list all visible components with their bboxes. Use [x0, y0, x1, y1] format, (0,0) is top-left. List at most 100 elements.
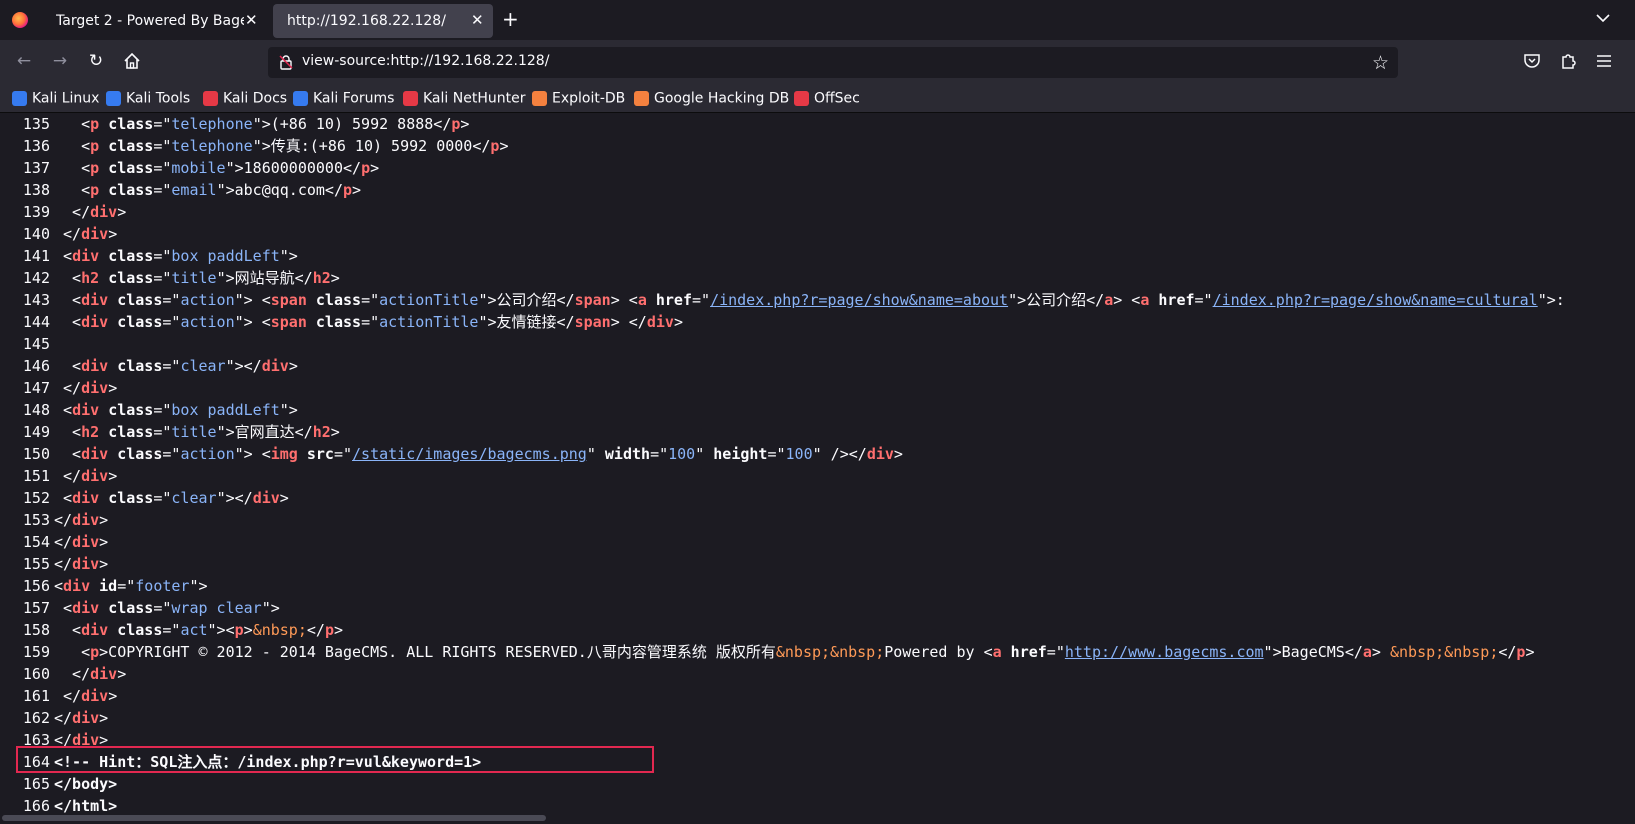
source-line: 155 </div> — [0, 553, 1635, 575]
reload-icon[interactable]: ↻ — [86, 51, 106, 71]
bookmark-google-hacking-db[interactable]: Google Hacking DB — [634, 88, 789, 108]
line-number: 160 — [22, 665, 50, 683]
bookmark-label: Exploit-DB — [552, 90, 626, 107]
bookmark-label: OffSec — [814, 90, 860, 107]
back-arrow-icon[interactable]: ← — [14, 51, 34, 71]
source-line: 154 </div> — [0, 531, 1635, 553]
source-code: </div> — [54, 665, 127, 683]
source-line: 156 <div id="footer"> — [0, 575, 1635, 597]
source-code: <p class="telephone">传真:(+86 10) 5992 00… — [54, 137, 509, 155]
chevron-down-icon[interactable] — [1596, 11, 1610, 25]
source-line: 160 </div> — [0, 663, 1635, 685]
line-number: 140 — [22, 225, 50, 243]
nav-toolbar: ← → ↻ view-source:http://192.168.22.128/… — [0, 40, 1635, 83]
source-code: <div class="clear"></div> — [54, 489, 289, 507]
extensions-icon[interactable] — [1558, 51, 1578, 71]
source-code: </div> — [54, 467, 118, 485]
lock-icon[interactable] — [278, 54, 294, 70]
line-number: 156 — [22, 577, 50, 595]
view-source-content[interactable]: 135 <p class="telephone">(+86 10) 5992 8… — [0, 113, 1635, 813]
bookmark-offsec[interactable]: OffSec — [794, 88, 860, 108]
new-tab-icon[interactable]: + — [502, 7, 519, 31]
source-code: </body> — [54, 775, 118, 793]
line-number: 143 — [22, 291, 50, 309]
tab-label: Target 2 - Powered By BageCMS — [56, 13, 244, 29]
line-number: 147 — [22, 379, 50, 397]
line-number: 153 — [22, 511, 50, 529]
tab-view-source[interactable]: http://192.168.22.128/ ✕ — [273, 4, 493, 38]
forward-arrow-icon[interactable]: → — [50, 51, 70, 71]
bookmark-exploit-db[interactable]: Exploit-DB — [532, 88, 625, 108]
source-code: <div class="act"><p>&nbsp;</p> — [54, 621, 343, 639]
source-line: 165 </body> — [0, 773, 1635, 795]
line-number: 150 — [22, 445, 50, 463]
exploit-db-icon — [532, 91, 547, 106]
bookmark-label: Kali Tools — [126, 90, 191, 107]
source-code: </div> — [54, 379, 118, 397]
bookmark-star-icon[interactable]: ☆ — [1372, 52, 1389, 74]
line-number: 159 — [22, 643, 50, 661]
source-line: 145 — [0, 333, 1635, 355]
source-line: 153 </div> — [0, 509, 1635, 531]
nethunter-icon — [403, 91, 418, 106]
source-line: 162 </div> — [0, 707, 1635, 729]
source-code: <h2 class="title">网站导航</h2> — [54, 269, 340, 287]
scrollbar-thumb[interactable] — [2, 815, 546, 821]
bookmark-kali-nethunter[interactable]: Kali NetHunter — [403, 88, 525, 108]
source-code: </div> — [54, 511, 109, 529]
line-number: 148 — [22, 401, 50, 419]
source-line: 135 <p class="telephone">(+86 10) 5992 8… — [0, 113, 1635, 135]
home-icon[interactable] — [122, 51, 142, 71]
line-number: 138 — [22, 181, 50, 199]
source-code: <div class="box paddLeft"> — [54, 247, 298, 265]
bookmark-label: Kali Linux — [32, 90, 100, 107]
horizontal-scrollbar[interactable] — [0, 813, 1635, 824]
line-number: 152 — [22, 489, 50, 507]
line-number: 154 — [22, 533, 50, 551]
line-number: 157 — [22, 599, 50, 617]
bookmark-kali-linux[interactable]: Kali Linux — [12, 88, 99, 108]
line-number: 136 — [22, 137, 50, 155]
line-number: 151 — [22, 467, 50, 485]
source-line: 139 </div> — [0, 201, 1635, 223]
source-line: 157 <div class="wrap clear"> — [0, 597, 1635, 619]
hamburger-menu-icon[interactable] — [1594, 51, 1614, 71]
url-text[interactable]: view-source:http://192.168.22.128/ — [302, 53, 549, 69]
line-number: 135 — [22, 115, 50, 133]
line-number: 142 — [22, 269, 50, 287]
line-number: 137 — [22, 159, 50, 177]
bookmark-kali-tools[interactable]: Kali Tools — [106, 88, 190, 108]
tab-bar: Target 2 - Powered By BageCMS ✕ http://1… — [0, 0, 1635, 40]
kali-forums-icon — [293, 91, 308, 106]
source-code: <p class="mobile">18600000000</p> — [54, 159, 380, 177]
pocket-icon[interactable] — [1522, 51, 1542, 71]
source-line: 166 </html> — [0, 795, 1635, 813]
source-code: <p class="email">abc@qq.com</p> — [54, 181, 362, 199]
source-code: </div> — [54, 555, 109, 573]
url-bar[interactable]: view-source:http://192.168.22.128/ ☆ — [268, 47, 1398, 78]
close-tab-icon[interactable]: ✕ — [245, 12, 258, 28]
source-line: 143 <div class="action"> <span class="ac… — [0, 289, 1635, 311]
bookmark-kali-docs[interactable]: Kali Docs — [203, 88, 287, 108]
source-code: <div class="wrap clear"> — [54, 599, 280, 617]
line-number: 139 — [22, 203, 50, 221]
bookmark-kali-forums[interactable]: Kali Forums — [293, 88, 394, 108]
line-number: 161 — [22, 687, 50, 705]
line-number: 165 — [22, 775, 50, 793]
close-tab-icon[interactable]: ✕ — [471, 12, 484, 28]
kali-docs-icon — [203, 91, 218, 106]
source-line: 146 <div class="clear"></div> — [0, 355, 1635, 377]
source-code: <div class="action"> <span class="action… — [54, 291, 1565, 309]
line-number: 149 — [22, 423, 50, 441]
source-code: </div> — [54, 533, 109, 551]
source-code: </div> — [54, 225, 118, 243]
tab-target-2[interactable]: Target 2 - Powered By BageCMS ✕ — [42, 4, 262, 38]
source-line: 137 <p class="mobile">18600000000</p> — [0, 157, 1635, 179]
line-number: 146 — [22, 357, 50, 375]
line-number: 141 — [22, 247, 50, 265]
firefox-icon[interactable] — [12, 12, 28, 28]
source-line: 141 <div class="box paddLeft"> — [0, 245, 1635, 267]
source-code: <div class="clear"></div> — [54, 357, 298, 375]
source-code: <p class="telephone">(+86 10) 5992 8888<… — [54, 115, 470, 133]
kali-tools-icon — [106, 91, 121, 106]
